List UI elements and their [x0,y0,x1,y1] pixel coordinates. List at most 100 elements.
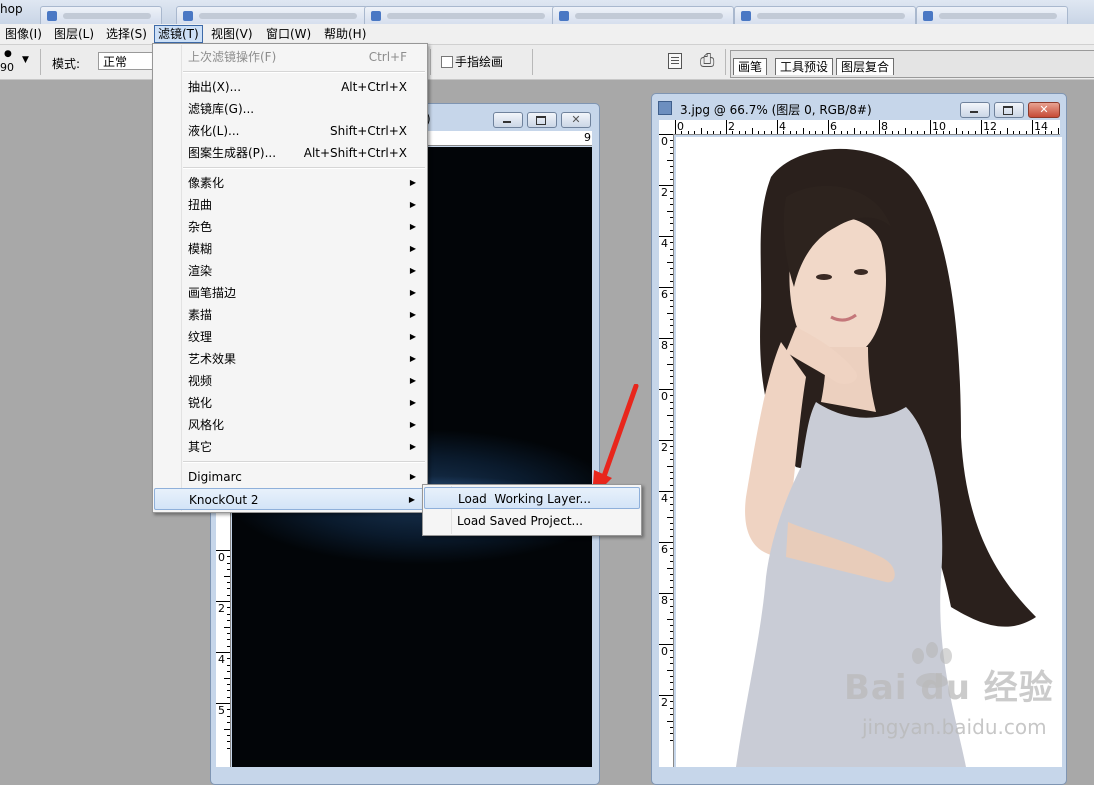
toggle-brushes-palette-icon[interactable] [668,53,682,69]
filter-menu-item[interactable]: 素描 ▶ [154,304,426,326]
document-title-bar[interactable]: 3.jpg @ 66.7% (图层 0, RGB/8#) ✕ [652,94,1066,118]
filter-menu-item[interactable]: 锐化 ▶ [154,392,426,414]
page-icon [923,11,933,21]
browser-tab[interactable] [176,6,368,24]
filter-menu-item[interactable]: 纹理 ▶ [154,326,426,348]
submenu-arrow-icon: ▶ [409,354,416,363]
menu-image[interactable]: 图像(I) [2,26,45,42]
watermark-url: jingyan.baidu.com [862,715,1047,739]
browser-tab[interactable] [40,6,162,24]
mode-label: 模式: [52,57,81,71]
filter-menu-item[interactable]: 液化(L)... Shift+Ctrl+X [154,120,426,142]
horizontal-ruler: 0 2 4 6 8 10 12 14 [659,120,1060,135]
finger-paint-checkbox[interactable] [441,56,453,68]
filter-menu-item[interactable]: 其它 ▶ [154,436,426,458]
filter-menu-item[interactable]: 风格化 ▶ [154,414,426,436]
menu-item-label: 风格化 [188,418,225,432]
brush-size: 90 [0,61,14,74]
file-browser-icon[interactable]: ⎙ [700,50,714,71]
submenu-arrow-icon: ▶ [409,222,416,231]
menu-select[interactable]: 选择(S) [103,26,150,42]
mode-select[interactable]: 正常 [98,52,158,70]
ruler-tick-label: 10 [932,120,946,133]
filter-menu-item[interactable]: 扭曲 ▶ [154,194,426,216]
close-icon[interactable]: ✕ [561,112,591,128]
filter-menu-item[interactable]: 滤镜库(G)... [154,98,426,120]
ruler-tick-label: 0 [218,551,225,564]
menu-item-label: 渲染 [188,264,213,278]
filter-menu-item[interactable]: 视频 ▶ [154,370,426,392]
document-canvas-right[interactable]: Bai du 经验 jingyan.baidu.com [676,137,1062,767]
menu-item-label: 视频 [188,374,213,388]
ruler-tick-label: 2 [661,186,668,199]
menu-window[interactable]: 窗口(W) [263,26,314,42]
document-icon [658,101,672,115]
ruler-tick-label: 6 [661,288,668,301]
filter-menu-item[interactable]: 像素化 ▶ [154,172,426,194]
palette-tab-layer-comps[interactable]: 图层复合 [836,58,895,75]
submenu-arrow-icon: ▶ [409,288,416,297]
menu-item-label: 锐化 [188,396,213,410]
menu-item-label: 模糊 [188,242,213,256]
filter-menu-item[interactable]: Digimarc ▶ [154,466,426,488]
filter-menu-item[interactable]: 抽出(X)... Alt+Ctrl+X [154,76,426,98]
menu-item-label: 液化(L)... [188,124,240,138]
submenu-arrow-icon: ▶ [409,420,416,429]
menu-item-label: KnockOut 2 [189,493,259,507]
vertical-ruler: 0 2 4 6 8 0 2 4 6 8 0 2 [659,134,674,767]
ruler-tick-label: 4 [218,653,225,666]
filter-menu-item[interactable]: 画笔描边 ▶ [154,282,426,304]
browser-tab[interactable] [916,6,1068,24]
maximize-icon[interactable] [994,102,1024,118]
minimize-icon[interactable] [493,112,523,128]
menu-separator [183,461,425,463]
ruler-tick-label: 2 [661,441,668,454]
filter-menu-item[interactable]: 模糊 ▶ [154,238,426,260]
browser-tab[interactable] [364,6,556,24]
close-icon[interactable]: ✕ [1028,102,1060,118]
maximize-icon[interactable] [527,112,557,128]
load-working-layer-item[interactable]: Load Working Layer... [424,487,640,509]
page-icon [183,11,193,21]
submenu-arrow-icon: ▶ [409,472,416,481]
filter-menu-item[interactable]: 渲染 ▶ [154,260,426,282]
ruler-tick-label: 14 [1034,120,1048,133]
filter-menu-item[interactable]: 图案生成器(P)... Alt+Shift+Ctrl+X [154,142,426,164]
submenu-arrow-icon: ▶ [409,244,416,253]
page-icon [371,11,381,21]
ruler-tick-label: 6 [661,543,668,556]
menu-filter[interactable]: 滤镜(T) [154,25,203,43]
submenu-arrow-icon: ▶ [409,398,416,407]
menu-view[interactable]: 视图(V) [208,26,256,42]
filter-menu: 上次滤镜操作(F) Ctrl+F 抽出(X)... Alt+Ctrl+X 滤镜库(G).… [152,43,428,513]
brush-dropdown-icon[interactable]: ▼ [22,55,29,65]
load-saved-project-item[interactable]: Load Saved Project... [424,510,640,532]
browser-tab[interactable] [734,6,916,24]
watermark-brand: Bai du 经验 [844,668,1054,708]
menu-item-label: 像素化 [188,176,225,190]
browser-tab[interactable] [552,6,734,24]
submenu-arrow-icon: ▶ [409,200,416,209]
baidu-jingyan-watermark: Bai du 经验 [844,642,1054,708]
palette-tab-brushes[interactable]: 画笔 [733,58,768,75]
ruler-tick-label: 2 [218,602,225,615]
filter-menu-item[interactable]: 杂色 ▶ [154,216,426,238]
ruler-tick-label: 4 [661,492,668,505]
menu-item-shortcut: Ctrl+F [368,50,407,64]
submenu-arrow-icon: ▶ [409,376,416,385]
menu-help[interactable]: 帮助(H) [321,26,369,42]
minimize-icon[interactable] [960,102,990,118]
menu-layer[interactable]: 图层(L) [51,26,97,42]
menu-item-label: 上次滤镜操作(F) [188,50,277,64]
ruler-tick-label: 12 [983,120,997,133]
menu-item-label: 纹理 [188,330,213,344]
filter-menu-item[interactable]: 艺术效果 ▶ [154,348,426,370]
brush-preview-icon[interactable]: ● [4,49,12,59]
page-icon [741,11,751,21]
palette-tab-tool-presets[interactable]: 工具预设 [775,58,834,75]
menu-separator [183,167,425,169]
document-title: 3.jpg @ 66.7% (图层 0, RGB/8#) [680,103,872,117]
filter-menu-item[interactable]: KnockOut 2 ▶ [154,488,426,510]
page-icon [559,11,569,21]
menu-item-label: 滤镜库(G)... [188,102,255,116]
